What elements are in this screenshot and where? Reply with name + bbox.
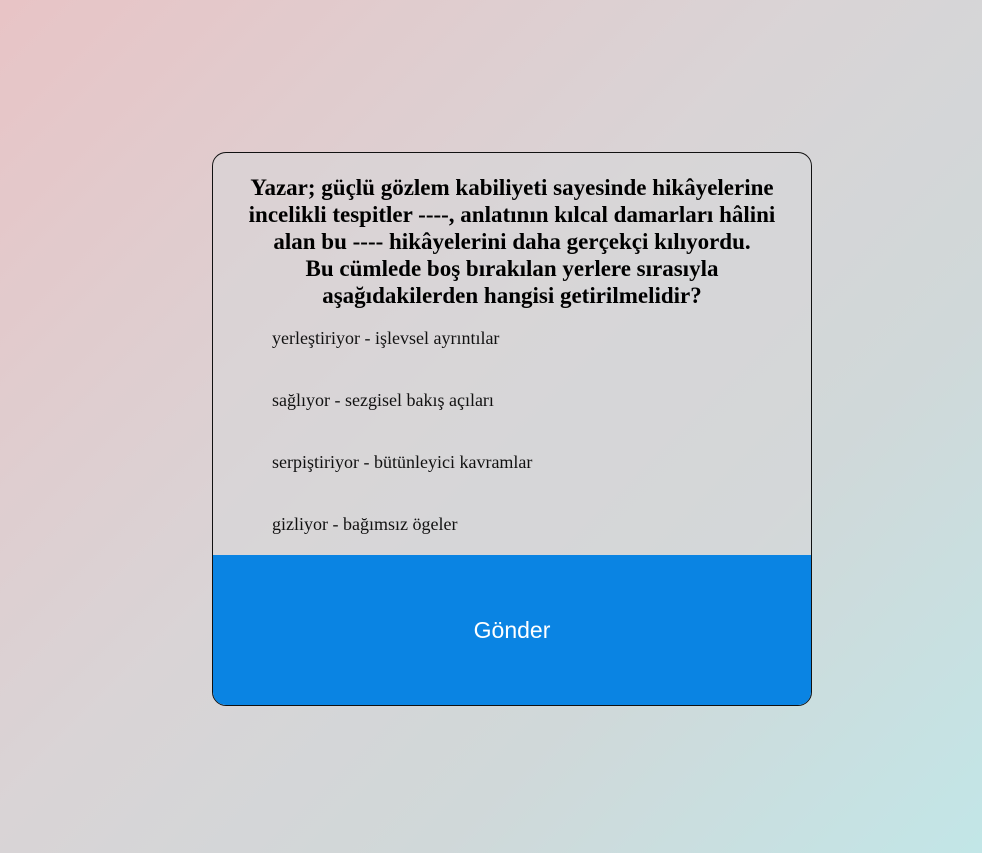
answer-option-c[interactable]: serpiştiriyor - bütünleyici kavramlar (272, 451, 532, 513)
question-line: aşağıdakilerden hangisi getirilmelidir? (322, 283, 702, 308)
question-line: Bu cümlede boş bırakılan yerlere sırasıy… (305, 256, 719, 281)
question-line: incelikli tespitler ----, anlatının kılc… (248, 202, 776, 227)
question-line: alan bu ---- hikâyelerini daha gerçekçi … (273, 229, 751, 254)
quiz-card: Yazar; güçlü gözlem kabiliyeti sayesinde… (212, 152, 812, 706)
question-line: Yazar; güçlü gözlem kabiliyeti sayesinde… (250, 175, 774, 200)
answer-options: yerleştiriyor - işlevsel ayrıntılar sağl… (272, 327, 532, 575)
answer-option-b[interactable]: sağlıyor - sezgisel bakış açıları (272, 389, 532, 451)
question-text: Yazar; güçlü gözlem kabiliyeti sayesinde… (213, 153, 811, 309)
submit-button[interactable]: Gönder (213, 555, 811, 705)
answer-option-a[interactable]: yerleştiriyor - işlevsel ayrıntılar (272, 327, 532, 389)
